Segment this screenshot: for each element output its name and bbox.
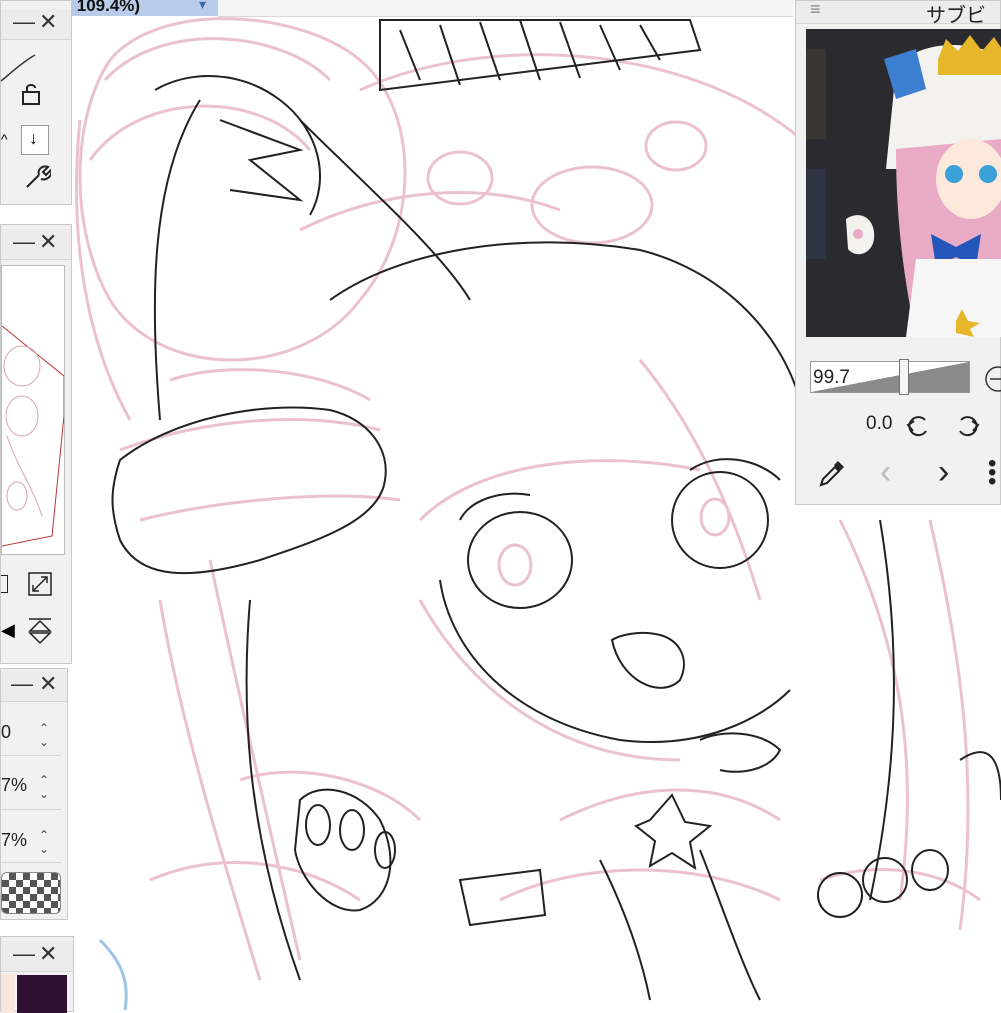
slider-handle[interactable] — [899, 359, 909, 395]
top-strip — [218, 0, 793, 17]
tool-panel: — ✕ ↓ ^ — [0, 0, 72, 205]
property-value: 0 — [1, 722, 12, 742]
next-image-icon[interactable]: › — [938, 453, 949, 492]
navigator-preview[interactable] — [1, 265, 65, 555]
spinner-down-icon[interactable]: ⌄ — [39, 843, 49, 855]
sub-color-swatch[interactable] — [17, 975, 67, 1013]
arrow-down-icon: ↓ — [29, 128, 38, 148]
play-left-icon[interactable]: ◀ — [1, 620, 15, 641]
zoom-slider[interactable]: 99.7 — [810, 359, 970, 395]
chevron-down-icon[interactable]: ▾ — [199, 0, 206, 13]
property-field-1[interactable]: 0 ⌃ ⌄ — [1, 707, 61, 756]
fit-window-icon[interactable] — [27, 571, 53, 597]
navigator-panel: — ✕ ◀ — [0, 224, 72, 664]
more-options-icon[interactable]: • • • — [988, 452, 996, 494]
close-icon[interactable]: ✕ — [39, 671, 57, 697]
previous-image-icon[interactable]: ‹ — [880, 453, 891, 492]
property-value: 7% — [1, 830, 28, 850]
property-panel: — ✕ 0 ⌃ ⌄ 7% ⌃ ⌄ 7% ⌃ ⌄ — [0, 668, 68, 920]
menu-icon[interactable]: ≡ — [810, 0, 821, 20]
minimize-icon[interactable]: — — [13, 941, 35, 967]
rotation-value: 0.0 — [866, 413, 893, 434]
close-icon[interactable]: ✕ — [39, 229, 57, 255]
panel-header: — ✕ — [1, 941, 73, 972]
spinner-up-icon[interactable]: ⌃ — [39, 829, 49, 841]
zoom-value: 99.7 — [813, 367, 850, 388]
wrench-icon[interactable] — [21, 163, 51, 193]
minimize-icon[interactable]: — — [11, 671, 33, 697]
eyedropper-icon[interactable] — [816, 459, 846, 489]
color-panel: — ✕ — [0, 936, 74, 1013]
panel-header: — ✕ — [1, 671, 67, 702]
rotate-right-icon[interactable] — [954, 413, 982, 441]
chevron-up-icon[interactable]: ^ — [1, 131, 8, 147]
property-value: 7% — [1, 775, 28, 795]
flip-vertical-icon[interactable] — [27, 617, 53, 645]
property-field-2[interactable]: 7% ⌃ ⌄ — [1, 759, 61, 810]
spinner-up-icon[interactable]: ⌃ — [39, 722, 49, 734]
reference-character-image — [806, 29, 1001, 337]
close-icon[interactable]: ✕ — [39, 9, 57, 35]
spinner-down-icon[interactable]: ⌄ — [39, 788, 49, 800]
square-icon[interactable] — [1, 575, 8, 593]
transparency-swatch[interactable] — [1, 872, 61, 914]
navigator-thumbnail — [2, 325, 64, 547]
close-icon[interactable]: ✕ — [39, 941, 57, 967]
spinner-up-icon[interactable]: ⌃ — [39, 774, 49, 786]
minimize-icon[interactable]: — — [13, 9, 35, 35]
panel-header: — ✕ — [1, 9, 71, 40]
arrow-toggle-button[interactable]: ↓ — [21, 125, 49, 155]
panel-header: — ✕ — [1, 229, 71, 260]
sub-view-panel: ≡ サブビュ 99.7 0.0 — [795, 0, 1001, 505]
minimize-icon[interactable]: — — [13, 229, 35, 255]
main-color-swatch[interactable] — [1, 975, 15, 1013]
lock-icon[interactable] — [19, 81, 45, 107]
rotate-left-icon[interactable] — [904, 413, 932, 441]
panel-header: ≡ サブビュ — [796, 0, 1000, 56]
zoom-out-icon[interactable] — [984, 365, 1001, 393]
property-field-3[interactable]: 7% ⌃ ⌄ — [1, 814, 61, 863]
reference-image[interactable] — [806, 29, 1001, 337]
spinner-down-icon[interactable]: ⌄ — [39, 736, 49, 748]
